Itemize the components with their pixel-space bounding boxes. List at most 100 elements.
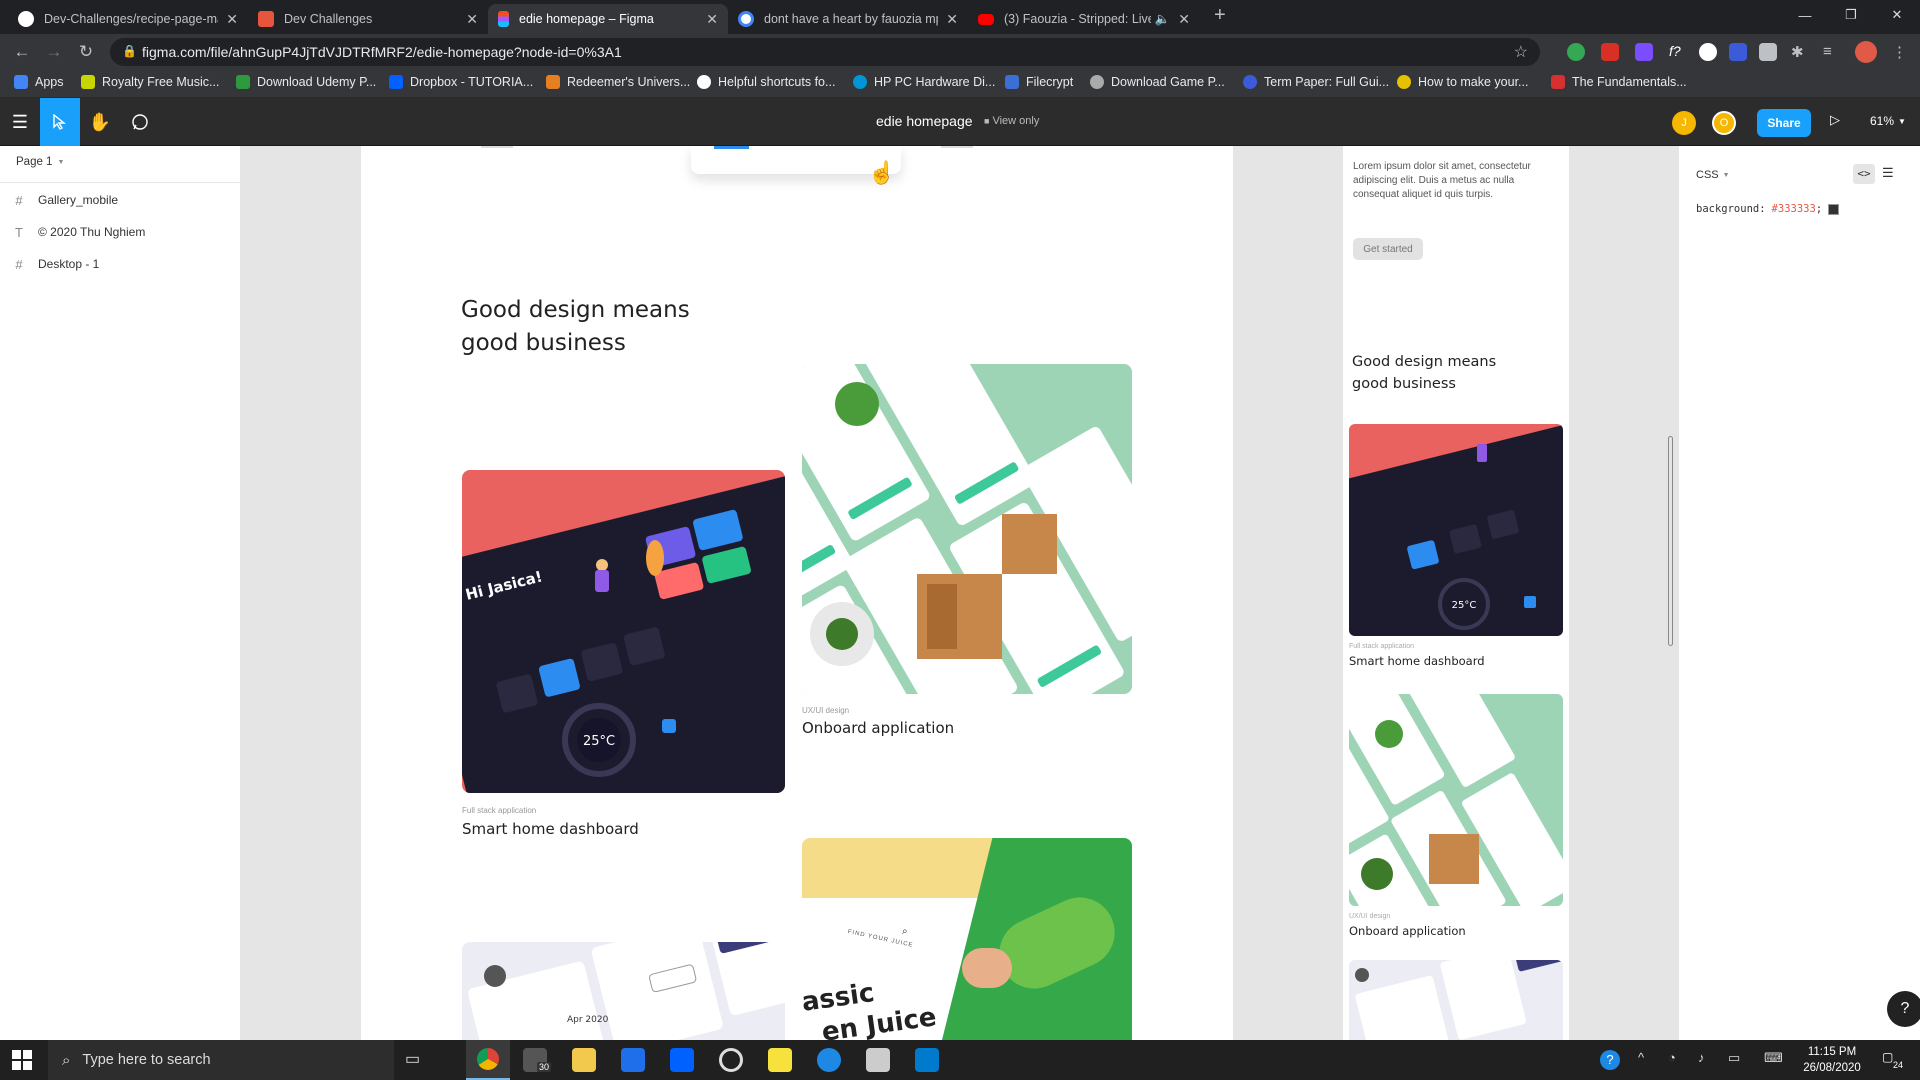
extension-icon[interactable] (1729, 43, 1747, 61)
menu-kebab-icon[interactable]: ⋮ (1892, 43, 1910, 61)
battery-icon[interactable]: ▭ (1728, 1050, 1740, 1066)
bookmark-star-icon[interactable]: ☆ (1514, 42, 1528, 62)
list-view-icon[interactable]: ☰ (1882, 165, 1894, 181)
vscode-icon[interactable] (915, 1048, 939, 1072)
browser-tab[interactable]: dont have a heart by fauozia mp ✕ (728, 4, 968, 34)
notification-center-icon[interactable]: ▢ (1882, 1050, 1893, 1064)
calendar-app-image[interactable] (1349, 960, 1563, 1040)
chevron-up-icon[interactable]: ^ (1638, 1050, 1644, 1065)
extension-icon[interactable]: f? (1669, 43, 1687, 61)
bookmark-item[interactable]: Redeemer's Univers... (546, 75, 690, 89)
reload-button[interactable]: ↻ (74, 41, 98, 63)
extension-icon[interactable] (1759, 43, 1777, 61)
desktop-frame[interactable]: ☝ Good design means good business UX/UI … (361, 146, 1233, 1040)
close-window-button[interactable]: ✕ (1874, 0, 1920, 30)
css-property-line[interactable]: background: #333333 ; (1696, 203, 1840, 215)
minimize-button[interactable]: — (1782, 0, 1828, 30)
browser-tab[interactable]: Dev Challenges ✕ (248, 4, 488, 34)
share-button[interactable]: Share (1757, 109, 1811, 137)
taskbar-app-chrome[interactable] (466, 1040, 510, 1080)
browser-tab[interactable]: Dev-Challenges/recipe-page-ma ✕ (8, 4, 248, 34)
onboard-app-image[interactable] (1349, 694, 1563, 906)
card-title[interactable]: Smart home dashboard (462, 820, 639, 838)
close-tab-icon[interactable]: ✕ (226, 11, 238, 28)
hamburger-menu-icon[interactable]: ☰ (0, 98, 40, 146)
comment-tool-button[interactable] (120, 98, 160, 146)
smart-home-dashboard-image[interactable]: 25°C Hi Jasica! (462, 470, 785, 793)
task-view-icon[interactable]: ▭ (405, 1049, 420, 1069)
photos-icon[interactable] (866, 1048, 890, 1072)
bookmark-item[interactable]: Download Game P... (1090, 75, 1225, 89)
close-tab-icon[interactable]: ✕ (946, 11, 958, 28)
close-tab-icon[interactable]: ✕ (466, 11, 478, 28)
back-button[interactable]: ← (10, 41, 34, 63)
obs-icon[interactable] (719, 1048, 743, 1072)
card-title[interactable]: Onboard application (802, 719, 954, 737)
avatar[interactable]: O (1712, 111, 1736, 135)
mobile-gallery-frame[interactable]: Lorem ipsum dolor sit amet, consectetur … (1343, 146, 1569, 1040)
volume-icon[interactable]: ♪ (1698, 1050, 1705, 1065)
bookmark-item[interactable]: Helpful shortcuts fo... (697, 75, 835, 89)
windows-start-icon[interactable] (12, 1050, 32, 1070)
page-selector[interactable]: Page 1 ▼ (16, 156, 64, 168)
canvas-scrollbar[interactable] (1668, 436, 1673, 646)
browser-tab-active[interactable]: edie homepage – Figma ✕ (488, 4, 728, 34)
playlist-icon[interactable]: ≡ (1823, 43, 1841, 61)
present-play-icon[interactable]: ▷ (1830, 112, 1840, 128)
help-tray-icon[interactable]: ? (1600, 1050, 1620, 1070)
extension-icon[interactable] (1699, 43, 1717, 61)
speaker-muted-icon[interactable]: 🔈 (1155, 12, 1171, 27)
bookmark-item[interactable]: The Fundamentals... (1551, 75, 1687, 89)
smart-home-dashboard-image[interactable]: 25°C (1349, 424, 1563, 636)
close-tab-icon[interactable]: ✕ (706, 11, 718, 28)
bookmark-item[interactable]: HP PC Hardware Di... (853, 75, 995, 89)
layer-item[interactable]: T © 2020 Thu Nghiem (0, 216, 240, 248)
code-language-dropdown[interactable]: CSS ▼ (1696, 169, 1730, 181)
taskbar-search-box[interactable]: ⌕ Type here to search (48, 1040, 394, 1080)
hand-tool-icon[interactable]: ✋ (80, 98, 120, 146)
layer-item[interactable]: # Gallery_mobile (0, 184, 240, 216)
browser-tab[interactable]: (3) Faouzia - Stripped: Live In 🔈 ✕ (968, 4, 1200, 34)
bookmark-item[interactable]: Dropbox - TUTORIA... (389, 75, 533, 89)
store-icon[interactable] (621, 1048, 645, 1072)
bookmark-item[interactable]: Term Paper: Full Gui... (1243, 75, 1389, 89)
zoom-dropdown[interactable]: 61% ▼ (1870, 114, 1906, 128)
bookmark-item[interactable]: Filecrypt (1005, 75, 1073, 89)
smart-home-mockup-illustration: 25°C Hi Jasica! (462, 472, 785, 793)
bookmark-item[interactable]: How to make your... (1397, 75, 1528, 89)
code-view-icon[interactable]: <> (1853, 164, 1875, 184)
puzzle-icon[interactable]: ✱ (1791, 43, 1809, 61)
firefox-icon[interactable] (817, 1048, 841, 1072)
help-button[interactable]: ? (1887, 991, 1920, 1027)
avatar[interactable]: J (1672, 111, 1696, 135)
juice-card-image[interactable]: FIND YOUR JUICE ⌕ assic en Juice (802, 838, 1132, 1040)
bookmark-item[interactable]: Download Udemy P... (236, 75, 376, 89)
figma-canvas[interactable]: ☝ Good design means good business UX/UI … (241, 146, 1678, 1040)
card-category: UX/UI design (802, 706, 850, 715)
bookmark-item[interactable]: Royalty Free Music... (81, 75, 219, 89)
get-started-button[interactable]: Get started (1353, 238, 1423, 260)
temperature-readout: 25°C (583, 734, 615, 749)
extension-icon[interactable] (1635, 43, 1653, 61)
profile-avatar[interactable] (1855, 41, 1877, 63)
close-tab-icon[interactable]: ✕ (1178, 11, 1190, 28)
bookmark-apps[interactable]: Apps (14, 75, 64, 89)
maximize-button[interactable]: ❐ (1828, 0, 1874, 30)
card-title[interactable]: Onboard application (1349, 924, 1466, 938)
onboard-app-image[interactable] (802, 364, 1132, 694)
extension-icon[interactable] (1601, 43, 1619, 61)
url-field[interactable]: 🔒 figma.com/file/ahnGupP4JjTdVJDTRfMRF2/… (110, 38, 1540, 66)
dropbox-icon[interactable] (670, 1048, 694, 1072)
extension-icon[interactable] (1567, 43, 1585, 61)
keyboard-icon[interactable]: ⌨ (1764, 1050, 1783, 1066)
clock[interactable]: 11:15 PM 26/08/2020 (1802, 1044, 1862, 1076)
sticky-notes-icon[interactable] (768, 1048, 792, 1072)
new-tab-button[interactable]: + (1214, 4, 1226, 27)
forward-button[interactable]: → (42, 41, 66, 63)
file-explorer-icon[interactable] (572, 1048, 596, 1072)
calendar-app-image[interactable]: Apr 2020 (462, 942, 785, 1040)
card-title[interactable]: Smart home dashboard (1349, 654, 1485, 668)
move-tool-button[interactable] (40, 98, 80, 146)
network-icon[interactable]: ◔ (1668, 1050, 1676, 1065)
layer-item[interactable]: # Desktop - 1 (0, 248, 240, 280)
